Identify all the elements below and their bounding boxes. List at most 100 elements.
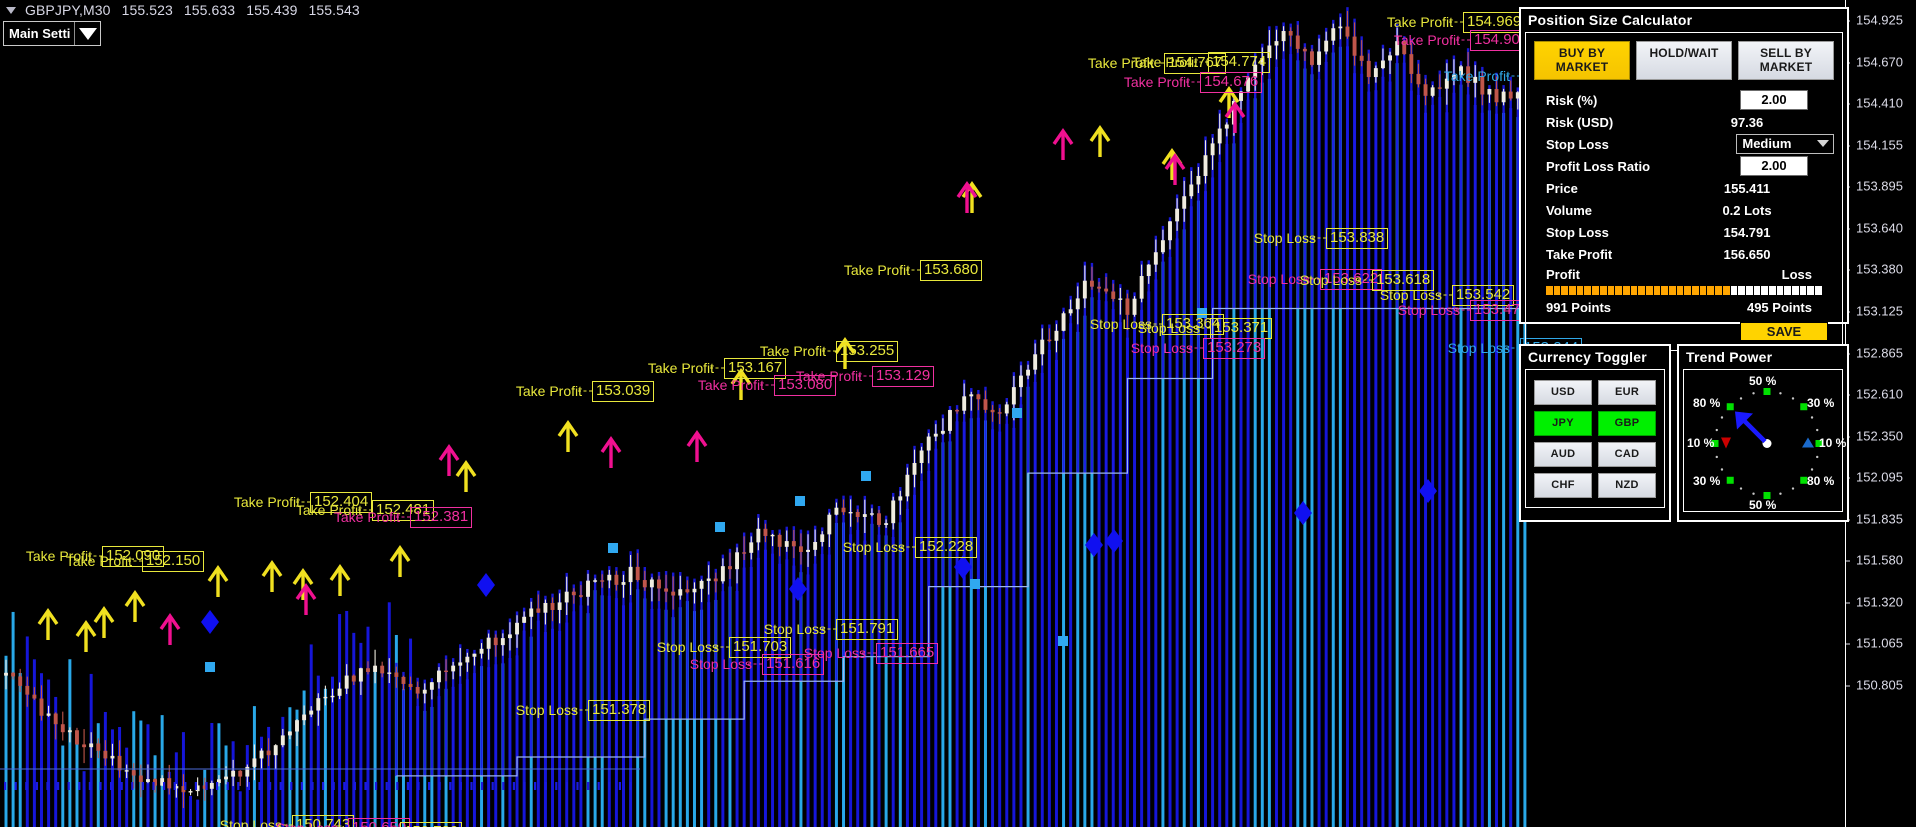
stop-loss-label: Stop Loss 151.665 bbox=[804, 643, 939, 664]
price-tick: 152.095 bbox=[1846, 470, 1916, 485]
profit-loss-points: 991 Points 495 Points bbox=[1534, 298, 1834, 315]
cyan-square-marker bbox=[861, 471, 871, 481]
chevron-down-icon[interactable] bbox=[6, 6, 16, 14]
profit-loss-bar-segment bbox=[1576, 286, 1584, 295]
label-connector bbox=[1194, 61, 1208, 63]
save-button[interactable]: SAVE bbox=[1740, 322, 1828, 341]
price-label: Price bbox=[1546, 180, 1578, 196]
stop-loss-price-row: Stop Loss 154.791 bbox=[1534, 221, 1834, 243]
take-profit-label: Take Profit 153.039 bbox=[516, 381, 655, 402]
main-settings-dropdown[interactable]: Main Setti bbox=[3, 21, 101, 46]
risk-percent-input[interactable]: 2.00 bbox=[1740, 90, 1808, 110]
dropdown-arrow-icon[interactable] bbox=[74, 22, 100, 45]
order-mode-button-hold-wait[interactable]: HOLD/WAIT bbox=[1636, 41, 1732, 80]
label-connector bbox=[1456, 309, 1470, 311]
currency-button-nzd[interactable]: NZD bbox=[1598, 473, 1656, 498]
stop-loss-select-value: Medium bbox=[1742, 136, 1792, 151]
stop-loss-label: Stop Loss 153.838 bbox=[1254, 228, 1389, 249]
currency-buttons-grid: USD EUR JPY GBP AUD CAD CHF NZD bbox=[1532, 377, 1658, 500]
label-connector bbox=[574, 709, 588, 711]
label-price-value: 151.665 bbox=[876, 643, 939, 664]
price-tick: 151.065 bbox=[1846, 636, 1916, 651]
label-connector bbox=[1456, 39, 1470, 41]
volume-value: 0.2 Lots bbox=[1722, 202, 1772, 218]
profit-loss-bar-segment bbox=[1768, 286, 1776, 295]
currency-button-usd[interactable]: USD bbox=[1534, 380, 1592, 405]
blue-diamond-marker bbox=[201, 610, 219, 634]
price-row: Price 155.411 bbox=[1534, 177, 1834, 199]
price-scale[interactable]: 154.925 154.670 154.410 154.155 153.895 153.6… bbox=[1845, 0, 1916, 827]
volume-label: Volume bbox=[1546, 202, 1592, 218]
currency-button-aud[interactable]: AUD bbox=[1534, 442, 1592, 467]
profit-loss-bar-segment bbox=[1738, 286, 1745, 295]
price-tick: 154.925 bbox=[1846, 13, 1916, 28]
stop-loss-select-row: Stop Loss Medium bbox=[1534, 133, 1834, 155]
trend-power-gauge[interactable]: 50 % 80 % 30 % 10 % 10 % 30 % 80 % 50 % bbox=[1683, 369, 1846, 512]
price-tick: 153.380 bbox=[1846, 262, 1916, 277]
stop-loss-select[interactable]: Medium bbox=[1736, 134, 1834, 154]
currency-button-jpy[interactable]: JPY bbox=[1534, 411, 1592, 436]
label-price-value: 154.774 bbox=[1208, 52, 1271, 73]
profit-loss-bar-segment bbox=[1815, 286, 1822, 295]
price-tick: 154.155 bbox=[1846, 138, 1916, 153]
loss-label: Loss bbox=[1781, 267, 1812, 282]
label-price-value: 153.838 bbox=[1326, 228, 1389, 249]
stop-loss-price-label: Stop Loss bbox=[1546, 224, 1609, 240]
arrow-up-magenta-icon bbox=[159, 613, 181, 645]
risk-usd-row: Risk (USD) 97.36 bbox=[1534, 111, 1834, 133]
take-profit-price-value: 156.650 bbox=[1723, 246, 1771, 262]
stop-loss-label: Stop Loss 151.791 bbox=[764, 619, 899, 640]
profit-loss-bar-segment bbox=[1799, 286, 1807, 295]
label-connector bbox=[748, 663, 762, 665]
profit-loss-bar-segment bbox=[1661, 286, 1668, 295]
symbol-bar: GBPJPY,M30 155.523 155.633 155.439 155.5… bbox=[0, 0, 360, 20]
profit-loss-headers: Profit Loss bbox=[1534, 265, 1834, 282]
chevron-down-icon bbox=[1721, 437, 1731, 449]
label-connector bbox=[1506, 347, 1520, 349]
order-mode-button-sell-by-market[interactable]: SELL BY MARKET bbox=[1738, 41, 1834, 80]
currency-button-cad[interactable]: CAD bbox=[1598, 442, 1656, 467]
profit-loss-bar-segment bbox=[1707, 286, 1715, 295]
profit-loss-bar-segment bbox=[1546, 286, 1553, 295]
currency-toggler-panel: Currency Toggler USD EUR JPY GBP AUD CAD CHF NZ… bbox=[1519, 344, 1671, 522]
profit-label: Profit bbox=[1546, 267, 1580, 282]
profit-loss-bar-segment bbox=[1692, 286, 1699, 295]
profit-loss-bar-segment bbox=[1784, 286, 1791, 295]
arrow-up-yellow-icon bbox=[292, 568, 314, 600]
cyan-square-marker bbox=[608, 543, 618, 553]
profit-loss-bar bbox=[1546, 286, 1822, 295]
quote-close: 155.543 bbox=[308, 2, 360, 18]
profit-loss-bar-segment bbox=[1669, 286, 1676, 295]
currency-button-chf[interactable]: CHF bbox=[1534, 473, 1592, 498]
profit-loss-bar-segment bbox=[1722, 286, 1730, 295]
loss-points: 495 Points bbox=[1746, 300, 1812, 315]
label-connector bbox=[1189, 347, 1203, 349]
main-settings-label: Main Setti bbox=[9, 26, 71, 41]
trend-power-label-lower-left: 30 % bbox=[1693, 473, 1721, 488]
take-profit-label: Take Profit 154.774 bbox=[1132, 52, 1271, 73]
panel-title: Currency Toggler bbox=[1528, 349, 1647, 365]
order-mode-button-buy-by-market[interactable]: BUY BY MARKET bbox=[1534, 41, 1630, 80]
label-connector bbox=[1312, 237, 1326, 239]
label-price-value: 153.255 bbox=[836, 341, 899, 362]
label-price-value: 152.228 bbox=[915, 537, 978, 558]
profit-loss-ratio-input[interactable]: 2.00 bbox=[1740, 156, 1808, 176]
quote-low: 155.439 bbox=[246, 2, 298, 18]
stop-loss-label: Stop Loss 151.378 bbox=[516, 700, 651, 721]
profit-loss-bar-segment bbox=[1630, 286, 1638, 295]
profit-loss-bar-segment bbox=[1645, 286, 1653, 295]
currency-button-gbp[interactable]: GBP bbox=[1598, 411, 1656, 436]
trend-power-label-upper-right: 30 % bbox=[1807, 395, 1835, 410]
quote-high: 155.633 bbox=[183, 2, 236, 18]
currency-button-eur[interactable]: EUR bbox=[1598, 380, 1656, 405]
volume-row: Volume 0.2 Lots bbox=[1534, 199, 1834, 221]
trend-power-label-lower-right: 80 % bbox=[1807, 473, 1835, 488]
label-price-value: 154.676 bbox=[1200, 72, 1263, 93]
arrow-up-magenta-icon bbox=[438, 444, 460, 476]
profit-loss-bar-segment bbox=[1638, 286, 1645, 295]
arrow-up-yellow-icon bbox=[261, 560, 283, 592]
symbol-label: GBPJPY,M30 bbox=[25, 2, 111, 18]
label-connector bbox=[1438, 294, 1452, 296]
arrow-up-left-icon bbox=[1735, 411, 1767, 444]
arrow-up-yellow-icon bbox=[1161, 148, 1183, 180]
